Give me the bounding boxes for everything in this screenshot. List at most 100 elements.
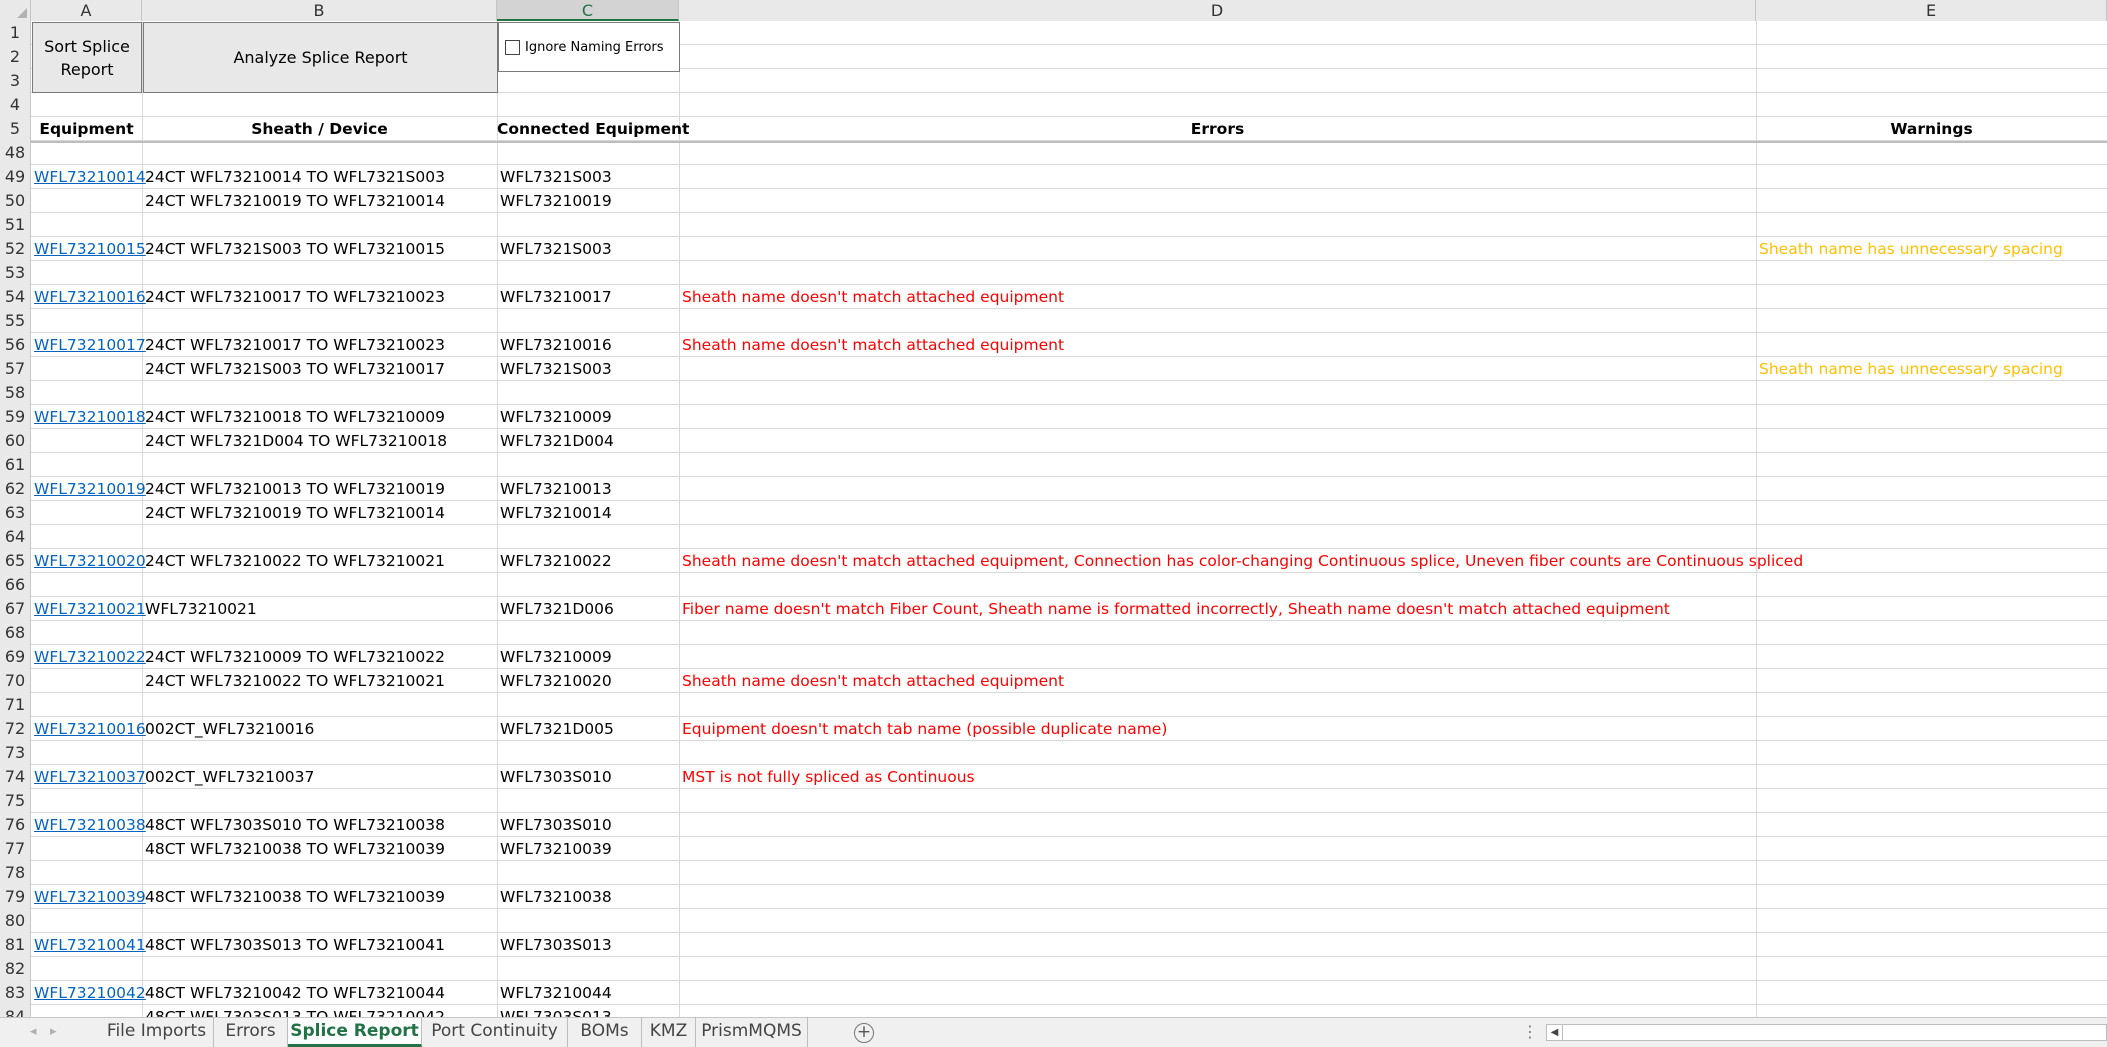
row-header[interactable]: 55 [0, 309, 31, 333]
sheet-tab-errors[interactable]: Errors [214, 1018, 288, 1047]
column-header-c[interactable]: C [497, 0, 679, 21]
error-message-cell[interactable]: Sheath name doesn't match attached equip… [679, 285, 1064, 309]
row-header[interactable]: 51 [0, 213, 31, 237]
equipment-link[interactable]: WFL73210041 [31, 933, 146, 957]
sheath-device-cell[interactable]: 48CT WFL7303S013 TO WFL73210041 [142, 933, 445, 957]
ignore-naming-errors-checkbox[interactable]: Ignore Naming Errors [498, 22, 680, 72]
column-header-e[interactable]: E [1756, 0, 2107, 21]
row-header[interactable]: 59 [0, 405, 31, 429]
sheet-tab-prismmqms[interactable]: PrismMQMS [696, 1018, 808, 1047]
sheet-tab-splice-report[interactable]: Splice Report [288, 1018, 422, 1047]
connected-equipment-cell[interactable]: WFL7321S003 [497, 165, 612, 189]
sheet-tab-kmz[interactable]: KMZ [642, 1018, 696, 1047]
scroll-left-arrow-icon[interactable]: ◀ [1547, 1025, 1563, 1040]
connected-equipment-cell[interactable]: WFL7321S003 [497, 237, 612, 261]
column-header-a[interactable]: A [31, 0, 142, 21]
sheath-device-cell[interactable]: 002CT_WFL73210037 [142, 765, 314, 789]
sheath-device-cell[interactable]: 48CT WFL7303S010 TO WFL73210038 [142, 813, 445, 837]
row-header[interactable]: 75 [0, 789, 31, 813]
equipment-link[interactable]: WFL73210018 [31, 405, 146, 429]
equipment-link[interactable]: WFL73210038 [31, 813, 146, 837]
horizontal-scrollbar[interactable]: ◀ [1546, 1024, 2107, 1041]
equipment-link[interactable]: WFL73210039 [31, 885, 146, 909]
scroll-tabs-left-icon[interactable]: ◂ [30, 1024, 37, 1039]
connected-equipment-cell[interactable]: WFL73210038 [497, 885, 612, 909]
row-header[interactable]: 1 [0, 21, 31, 45]
select-all-corner[interactable] [0, 0, 31, 21]
row-header[interactable]: 5 [0, 117, 31, 141]
sheath-device-cell[interactable]: 24CT WFL73210019 TO WFL73210014 [142, 501, 445, 525]
error-message-cell[interactable]: MST is not fully spliced as Continuous [679, 765, 975, 789]
equipment-link[interactable]: WFL73210014 [31, 165, 146, 189]
sheath-device-cell[interactable]: 24CT WFL7321S003 TO WFL73210017 [142, 357, 445, 381]
error-message-cell[interactable]: Sheath name doesn't match attached equip… [679, 549, 1803, 573]
sheet-tab-port-continuity[interactable]: Port Continuity [422, 1018, 568, 1047]
row-header[interactable]: 3 [0, 69, 31, 93]
row-header[interactable]: 58 [0, 381, 31, 405]
equipment-link[interactable]: WFL73210042 [31, 981, 146, 1005]
row-header[interactable]: 57 [0, 357, 31, 381]
error-message-cell[interactable]: Sheath name doesn't match attached equip… [679, 669, 1064, 693]
row-header[interactable]: 48 [0, 141, 31, 165]
row-header[interactable]: 67 [0, 597, 31, 621]
sheath-device-cell[interactable]: 24CT WFL7321D004 TO WFL73210018 [142, 429, 447, 453]
equipment-link[interactable]: WFL73210037 [31, 765, 146, 789]
analyze-splice-report-button[interactable]: Analyze Splice Report [143, 22, 498, 93]
column-header-d[interactable]: D [679, 0, 1756, 21]
row-header[interactable]: 53 [0, 261, 31, 285]
sheath-device-cell[interactable]: 24CT WFL73210018 TO WFL73210009 [142, 405, 445, 429]
sheath-device-cell[interactable]: 48CT WFL73210038 TO WFL73210039 [142, 837, 445, 861]
connected-equipment-cell[interactable]: WFL73210022 [497, 549, 612, 573]
row-header[interactable]: 83 [0, 981, 31, 1005]
row-header[interactable]: 84 [0, 1005, 31, 1017]
error-message-cell[interactable]: Equipment doesn't match tab name (possib… [679, 717, 1167, 741]
row-header[interactable]: 64 [0, 525, 31, 549]
equipment-link[interactable]: WFL73210017 [31, 333, 146, 357]
row-header[interactable]: 2 [0, 45, 31, 69]
connected-equipment-cell[interactable]: WFL7303S010 [497, 765, 612, 789]
row-header[interactable]: 60 [0, 429, 31, 453]
sheath-device-cell[interactable]: 24CT WFL73210022 TO WFL73210021 [142, 549, 445, 573]
connected-equipment-cell[interactable]: WFL7303S013 [497, 933, 612, 957]
connected-equipment-cell[interactable]: WFL7303S013 [497, 1005, 612, 1017]
connected-equipment-cell[interactable]: WFL73210020 [497, 669, 612, 693]
equipment-link[interactable]: WFL73210019 [31, 477, 146, 501]
connected-equipment-cell[interactable]: WFL73210039 [497, 837, 612, 861]
row-header[interactable]: 49 [0, 165, 31, 189]
row-header[interactable]: 52 [0, 237, 31, 261]
connected-equipment-cell[interactable]: WFL7321D006 [497, 597, 614, 621]
sheath-device-cell[interactable]: 24CT WFL73210019 TO WFL73210014 [142, 189, 445, 213]
row-header[interactable]: 66 [0, 573, 31, 597]
equipment-link[interactable]: WFL73210022 [31, 645, 146, 669]
row-header[interactable]: 70 [0, 669, 31, 693]
sheath-device-cell[interactable]: 48CT WFL7303S013 TO WFL73210042 [142, 1005, 445, 1017]
sheath-device-cell[interactable]: 48CT WFL73210038 TO WFL73210039 [142, 885, 445, 909]
equipment-link[interactable]: WFL73210015 [31, 237, 146, 261]
connected-equipment-cell[interactable]: WFL73210019 [497, 189, 612, 213]
sheath-device-cell[interactable]: 24CT WFL73210009 TO WFL73210022 [142, 645, 445, 669]
warning-message-cell[interactable]: Sheath name has unnecessary spacing [1756, 237, 2063, 261]
connected-equipment-cell[interactable]: WFL73210013 [497, 477, 612, 501]
error-message-cell[interactable]: Sheath name doesn't match attached equip… [679, 333, 1064, 357]
sheath-device-cell[interactable]: 24CT WFL73210017 TO WFL73210023 [142, 285, 445, 309]
equipment-link[interactable]: WFL73210021 [31, 597, 146, 621]
sheath-device-cell[interactable]: 24CT WFL73210013 TO WFL73210019 [142, 477, 445, 501]
column-header-b[interactable]: B [142, 0, 497, 21]
row-header[interactable]: 74 [0, 765, 31, 789]
sheath-device-cell[interactable]: 24CT WFL73210017 TO WFL73210023 [142, 333, 445, 357]
connected-equipment-cell[interactable]: WFL73210009 [497, 405, 612, 429]
connected-equipment-cell[interactable]: WFL73210044 [497, 981, 612, 1005]
sheath-device-cell[interactable]: 48CT WFL73210042 TO WFL73210044 [142, 981, 445, 1005]
connected-equipment-cell[interactable]: WFL7303S010 [497, 813, 612, 837]
tab-split-handle-icon[interactable]: ⋮ [1522, 1022, 1538, 1041]
row-header[interactable]: 63 [0, 501, 31, 525]
connected-equipment-cell[interactable]: WFL7321D005 [497, 717, 614, 741]
spreadsheet-grid[interactable]: ABCDE 1 2 3 4 5 48 49 WFL73210014 24CT WFL732100… [0, 0, 2107, 1017]
row-header[interactable]: 68 [0, 621, 31, 645]
row-header[interactable]: 50 [0, 189, 31, 213]
row-header[interactable]: 76 [0, 813, 31, 837]
sheath-device-cell[interactable]: 24CT WFL7321S003 TO WFL73210015 [142, 237, 445, 261]
warning-message-cell[interactable]: Sheath name has unnecessary spacing [1756, 357, 2063, 381]
row-header[interactable]: 73 [0, 741, 31, 765]
sheet-tab-boms[interactable]: BOMs [568, 1018, 642, 1047]
